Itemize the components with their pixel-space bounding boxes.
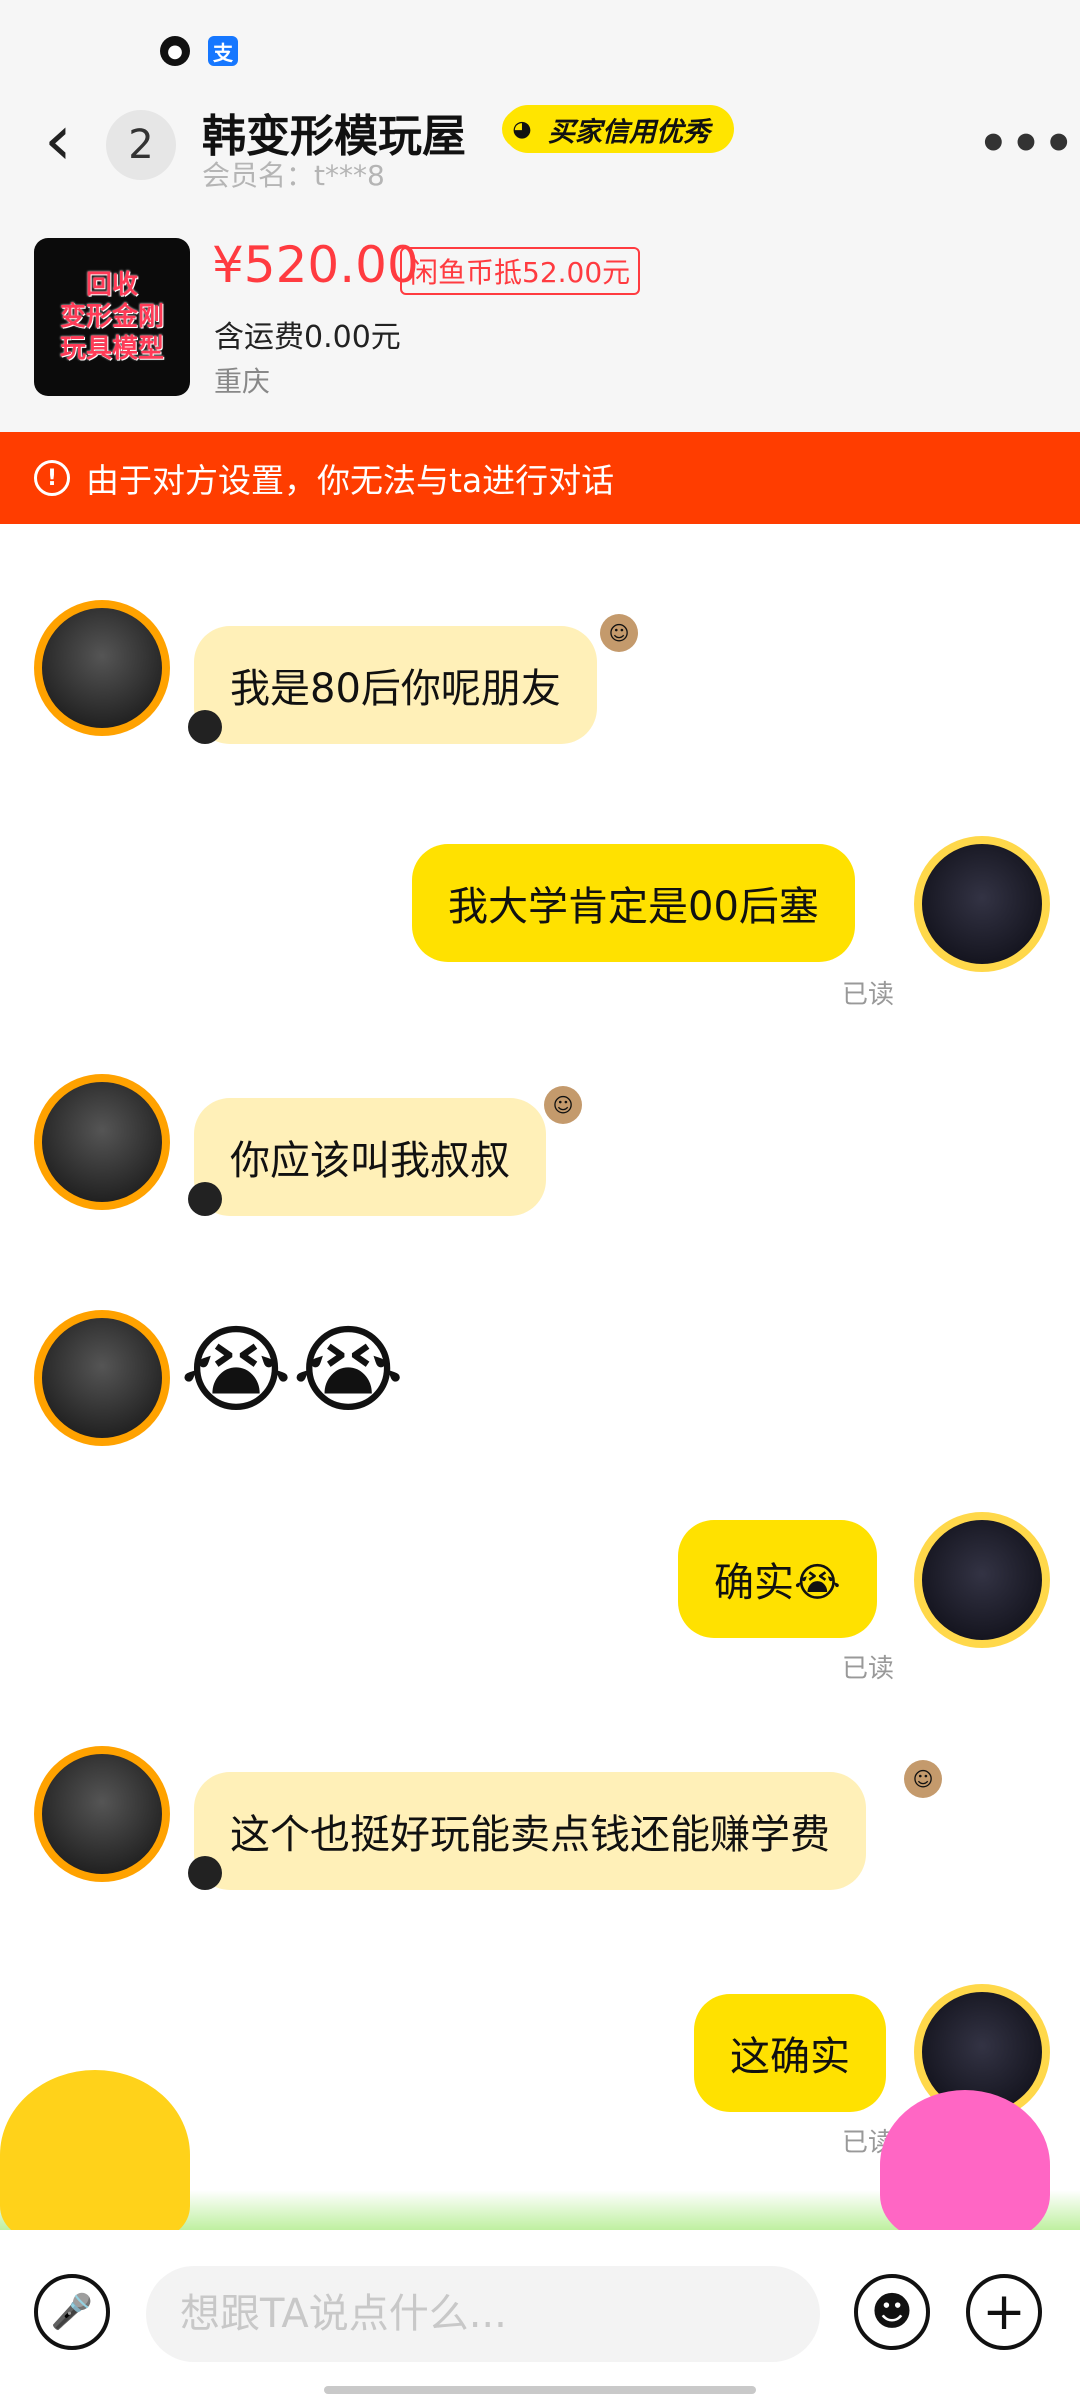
sticker-icon: ☺ <box>904 1760 942 1798</box>
emoji-message[interactable]: 😭😭 <box>180 1320 404 1420</box>
thumb-line: 回收 <box>85 270 138 300</box>
sticker-icon: ☺ <box>600 614 638 652</box>
product-price: ¥520.00 <box>212 236 419 294</box>
read-status: 已读 <box>842 1654 895 1684</box>
alipay-icon: 支 <box>208 36 238 66</box>
message-bubble-incoming[interactable]: 这个也挺好玩能卖点钱还能赚学费 <box>194 1772 866 1890</box>
sticker-icon: ☺ <box>544 1086 582 1124</box>
read-status: 已读 <box>842 980 895 1010</box>
chat-blocked-banner: ! 由于对方设置，你无法与ta进行对话 <box>0 432 1080 524</box>
member-name: 会员名：t***8 <box>202 159 385 192</box>
thumb-line: 玩具模型 <box>59 334 164 364</box>
cat-sticker-icon <box>188 1856 222 1890</box>
coin-discount-tag: 闲鱼币抵52.00元 <box>400 247 641 295</box>
thumb-line: 变形金刚 <box>59 302 164 332</box>
message-bubble-outgoing[interactable]: 我大学肯定是00后塞 <box>412 844 855 962</box>
product-location: 重庆 <box>214 365 271 398</box>
pink-octopus-decoration <box>880 2090 1050 2240</box>
product-thumbnail[interactable]: 回收 变形金刚 玩具模型 <box>34 238 190 396</box>
message-bubble-incoming[interactable]: 你应该叫我叔叔 <box>194 1098 546 1216</box>
back-button[interactable]: ‹ <box>44 105 94 180</box>
seller-avatar[interactable] <box>34 1310 170 1446</box>
home-indicator[interactable] <box>324 2386 756 2394</box>
seller-avatar[interactable] <box>34 1074 170 1210</box>
credit-badge[interactable]: ◕ 买家信用优秀 <box>502 105 734 153</box>
message-input[interactable] <box>146 2266 820 2362</box>
emoji-icon[interactable]: ☻ <box>854 2274 930 2350</box>
message-bubble-outgoing[interactable]: 这确实 <box>694 1994 886 2112</box>
my-avatar[interactable] <box>914 1512 1050 1648</box>
shipping-fee: 含运费0.00元 <box>214 320 401 355</box>
plus-icon[interactable]: + <box>966 2274 1042 2350</box>
yellow-mascot-decoration <box>0 2070 190 2240</box>
qq-icon: ● <box>160 36 190 66</box>
microphone-icon[interactable]: 🎤 <box>34 2274 110 2350</box>
my-avatar[interactable] <box>914 836 1050 972</box>
cat-sticker-icon <box>188 710 222 744</box>
seller-avatar[interactable] <box>34 600 170 736</box>
banner-text: 由于对方设置，你无法与ta进行对话 <box>86 461 615 500</box>
fish-mascot-icon: ◕ <box>502 109 542 149</box>
status-bar-icons: ● 支 <box>160 36 238 66</box>
message-bubble-outgoing[interactable]: 确实😭 <box>678 1520 877 1638</box>
message-bubble-incoming[interactable]: 我是80后你呢朋友 <box>194 626 597 744</box>
seller-avatar[interactable] <box>34 1746 170 1882</box>
more-options-icon[interactable]: ••• <box>978 116 1076 172</box>
cat-sticker-icon <box>188 1182 222 1216</box>
credit-badge-label: 买家信用优秀 <box>548 116 710 148</box>
warning-icon: ! <box>34 460 70 496</box>
unread-count-badge[interactable]: 2 <box>106 110 176 180</box>
